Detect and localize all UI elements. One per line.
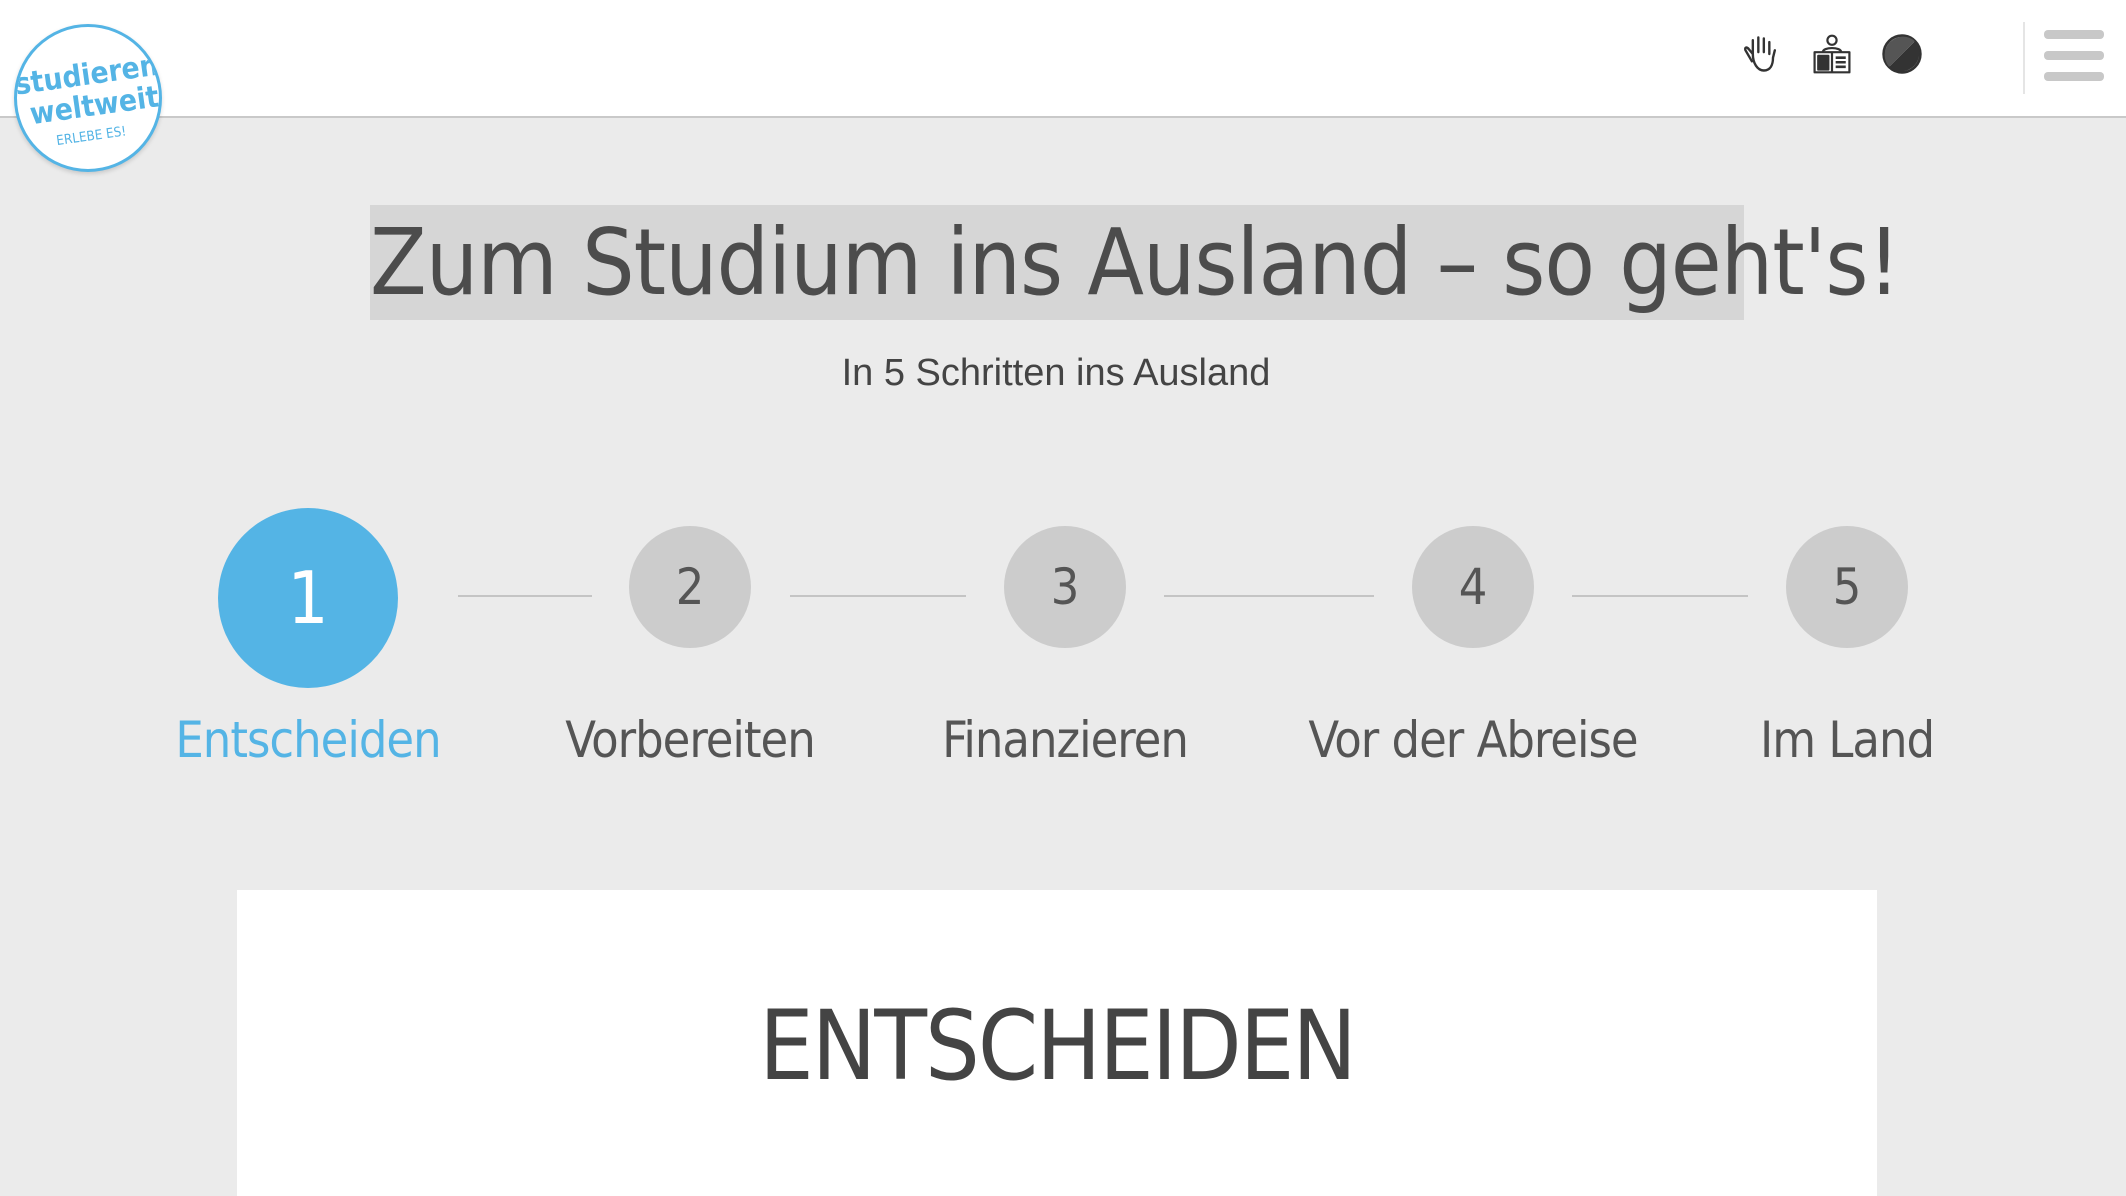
page-title: Zum Studium ins Ausland – so geht's! xyxy=(370,205,1901,320)
step-number: 1 xyxy=(218,508,398,688)
step-number: 3 xyxy=(1004,526,1126,648)
step-number: 5 xyxy=(1786,526,1908,648)
step-label: Im Land xyxy=(1759,711,1935,769)
step-label: Entscheiden xyxy=(175,711,441,769)
section-title: ENTSCHEIDEN xyxy=(759,990,1357,1102)
page-subtitle: In 5 Schritten ins Ausland xyxy=(841,352,1271,394)
step-connector xyxy=(458,595,592,597)
step-vor-der-abreise[interactable]: 4 Vor der Abreise xyxy=(1308,526,1639,769)
step-label: Vor der Abreise xyxy=(1308,711,1638,769)
contrast-icon[interactable] xyxy=(1878,30,1926,78)
sign-language-hand-icon[interactable] xyxy=(1738,30,1786,78)
top-bar xyxy=(0,0,2126,118)
step-connector xyxy=(1572,595,1748,597)
step-label: Vorbereiten xyxy=(565,711,816,769)
step-number: 4 xyxy=(1412,526,1534,648)
step-entscheiden[interactable]: 1 Entscheiden xyxy=(175,508,442,769)
accessibility-tools xyxy=(1738,30,1926,78)
menu-divider xyxy=(2023,22,2025,94)
step-label: Finanzieren xyxy=(942,711,1189,769)
step-number: 2 xyxy=(629,526,751,648)
step-connector xyxy=(1164,595,1374,597)
step-im-land[interactable]: 5 Im Land xyxy=(1760,526,1935,769)
page: studieren weltweit ERLEBE ES! Zum Studiu… xyxy=(0,0,2126,1196)
svg-text:ERLEBE ES!: ERLEBE ES! xyxy=(56,124,128,149)
step-vorbereiten[interactable]: 2 Vorbereiten xyxy=(565,526,816,769)
hamburger-menu-icon[interactable] xyxy=(2044,30,2104,82)
site-logo[interactable]: studieren weltweit ERLEBE ES! xyxy=(14,24,162,172)
step-connector xyxy=(790,595,966,597)
step-finanzieren[interactable]: 3 Finanzieren xyxy=(942,526,1189,769)
content-card: ENTSCHEIDEN xyxy=(237,890,1877,1196)
easy-language-book-icon[interactable] xyxy=(1808,30,1856,78)
